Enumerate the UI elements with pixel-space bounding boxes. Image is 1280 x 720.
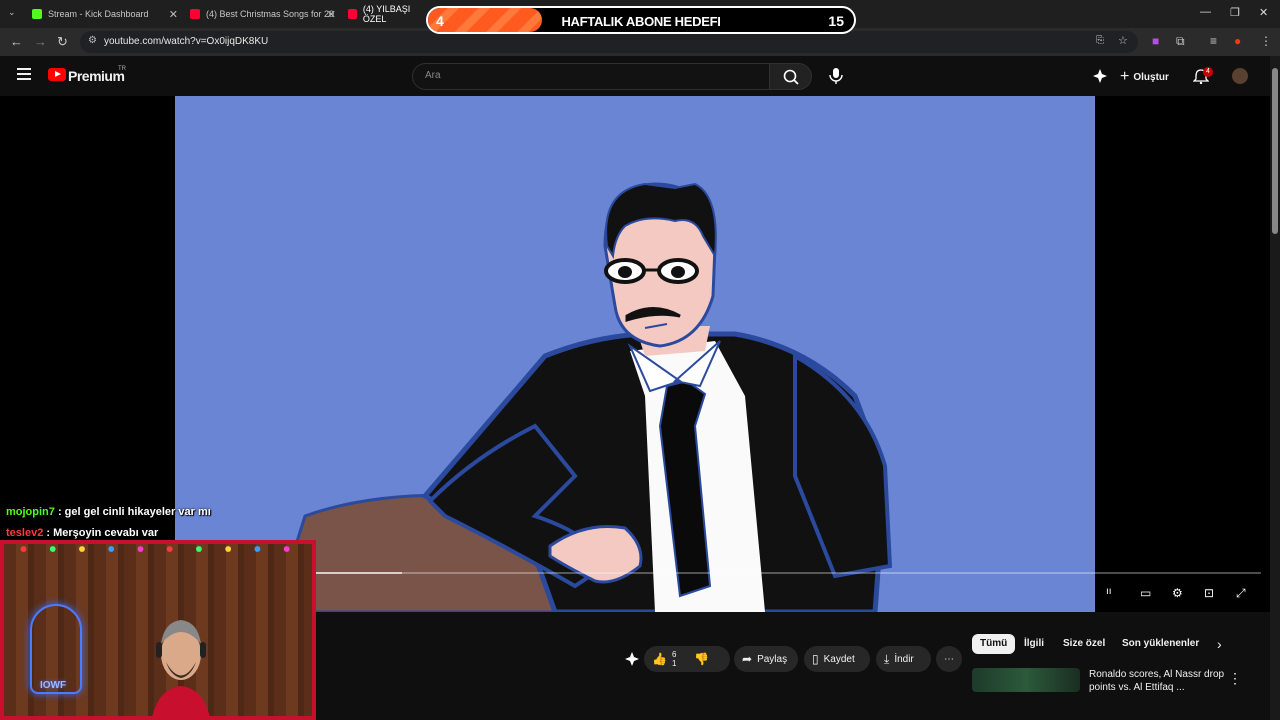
omnibox[interactable]: ⚙ youtube.com/watch?v=Ox0ijqDK8KU ⎘ ☆ [80, 31, 1138, 53]
video-progress-bar[interactable] [187, 572, 1261, 574]
screen: { "browser": { "tabs": [ {"title": "Stre… [0, 0, 1280, 720]
close-tab-icon[interactable]: ✕ [327, 8, 336, 21]
download-label: İndir [894, 653, 914, 665]
settings-gear-icon[interactable]: ⚙ [1172, 586, 1188, 602]
subtitles-icon[interactable]: ▭ [1140, 586, 1156, 602]
bookmark-icon: ▯ [812, 652, 819, 666]
save-button[interactable]: ▯ Kaydet [804, 646, 870, 672]
back-icon[interactable]: ← [10, 34, 23, 49]
share-button[interactable]: ➦ Paylaş [734, 646, 798, 672]
youtube-header: Premium TR +Oluştur [0, 56, 1270, 96]
tab-search-chevron-icon[interactable]: ⌄ [8, 7, 16, 18]
like-dislike-group: 👍 6 1 👎 [644, 646, 730, 672]
chat-text: : gel gel cinli hikayeler var mı [54, 506, 211, 518]
more-horizontal-icon: ⋯ [944, 653, 954, 665]
tab-kick-dashboard[interactable]: Stream - Kick Dashboard ✕ [32, 4, 178, 24]
scrollbar-thumb[interactable] [1272, 68, 1278, 234]
tab-christmas-songs[interactable]: (4) Best Christmas Songs for 20 ✕ [190, 4, 336, 24]
chat-message: teslev2 : Merşoyin cevabı var [6, 527, 158, 539]
share-label: Paylaş [757, 653, 788, 665]
share-arrow-icon: ➦ [742, 652, 753, 666]
recommendation-title[interactable]: Ronaldo scores, Al Nassr drop points vs.… [1089, 668, 1225, 694]
chat-text: : Merşoyin cevabı var [43, 527, 159, 539]
christmas-lights [20, 546, 290, 552]
chat-username: teslev2 [6, 527, 44, 539]
url-text: youtube.com/watch?v=Ox0ijqDK8KU [104, 36, 269, 47]
goal-title: HAFTALIK ABONE HEDEFI [561, 14, 721, 29]
theater-mode-icon[interactable]: ⊡ [1204, 586, 1220, 602]
search-button[interactable] [769, 63, 812, 90]
cartoon-man-illustration [273, 182, 893, 612]
brand-name[interactable]: Premium [68, 68, 125, 84]
recommendation-thumbnail[interactable] [972, 668, 1080, 692]
chat-message: mojopin7 : gel gel cinli hikayeler var m… [6, 506, 211, 518]
like-count: 6 1 [671, 650, 677, 668]
account-avatar[interactable] [1232, 68, 1248, 84]
media-controls-icon[interactable]: ≡ [1210, 34, 1217, 48]
chip-related[interactable]: İlgili [1016, 634, 1052, 654]
bookmark-star-icon[interactable]: ☆ [1118, 34, 1128, 47]
extension-icon[interactable]: ■ [1152, 34, 1159, 48]
profile-icon[interactable]: ● [1234, 34, 1241, 48]
create-button[interactable]: + Oluştur [1120, 68, 1169, 86]
streamer-webcam: IOWF [0, 540, 316, 720]
sparkle-icon[interactable] [1092, 68, 1108, 84]
tab-title: (4) Best Christmas Songs for 20 [206, 9, 335, 19]
dislike-thumb-icon[interactable]: 👎 [694, 652, 709, 666]
neon-sign-text: IOWF [40, 680, 67, 691]
goal-target-value: 15 [828, 13, 844, 29]
region-code: TR [118, 66, 126, 72]
like-thumb-icon[interactable]: 👍 [652, 652, 667, 666]
youtube-favicon-icon [348, 9, 357, 19]
subscriber-goal-bar: 4 HAFTALIK ABONE HEDEFI 15 [426, 6, 856, 34]
microphone-icon[interactable] [826, 66, 846, 86]
extensions-puzzle-icon[interactable]: ⧉ [1176, 34, 1185, 49]
recommendation-more-icon[interactable]: ⋮ [1228, 670, 1242, 687]
menu-icon[interactable] [17, 68, 31, 80]
ask-sparkle-icon[interactable] [624, 651, 640, 667]
search-box [412, 63, 770, 90]
streamer-person [152, 620, 210, 716]
download-button[interactable]: ⤓ İndir [876, 646, 931, 672]
maximize-icon[interactable]: ❐ [1230, 6, 1240, 19]
close-window-icon[interactable]: ✕ [1259, 6, 1268, 19]
video-frame[interactable] [175, 96, 1095, 612]
site-info-icon[interactable]: ⚙ [88, 35, 97, 46]
search-input[interactable] [413, 64, 769, 87]
tab-title: Stream - Kick Dashboard [48, 9, 149, 19]
chip-recent-uploads[interactable]: Son yüklenenler [1114, 634, 1207, 654]
youtube-logo-icon[interactable] [48, 68, 66, 81]
save-label: Kaydet [823, 653, 855, 665]
plus-icon: + [1120, 68, 1130, 85]
page-scrollbar[interactable] [1270, 56, 1280, 720]
tab-title: (4) YILBAŞI ÖZEL [362, 4, 411, 24]
minimize-icon[interactable]: — [1200, 6, 1211, 18]
forward-icon[interactable]: → [34, 34, 47, 49]
browser-menu-icon[interactable]: ⋮ [1260, 34, 1272, 48]
youtube-favicon-icon [190, 9, 200, 19]
search-icon [783, 69, 799, 85]
reload-icon[interactable]: ↻ [57, 34, 68, 50]
fullscreen-icon[interactable]: ⤢ [1236, 586, 1252, 602]
chips-next-chevron-icon[interactable]: › [1217, 636, 1222, 652]
download-icon: ⤓ [884, 651, 890, 666]
install-app-icon[interactable]: ⎘ [1096, 35, 1104, 46]
pause-icon[interactable]: ıı [1106, 586, 1122, 602]
chat-username: mojopin7 [6, 506, 55, 518]
kick-favicon-icon [32, 9, 42, 19]
notification-badge: 4 [1203, 67, 1213, 77]
create-label: Oluştur [1133, 71, 1169, 83]
more-actions-button[interactable]: ⋯ [936, 646, 962, 672]
chip-for-you[interactable]: Size özel [1055, 634, 1113, 654]
tab-yilbasi-ozel[interactable]: (4) YILBAŞI ÖZEL [348, 4, 428, 24]
close-tab-icon[interactable]: ✕ [169, 8, 178, 21]
chip-all[interactable]: Tümü [972, 634, 1016, 654]
